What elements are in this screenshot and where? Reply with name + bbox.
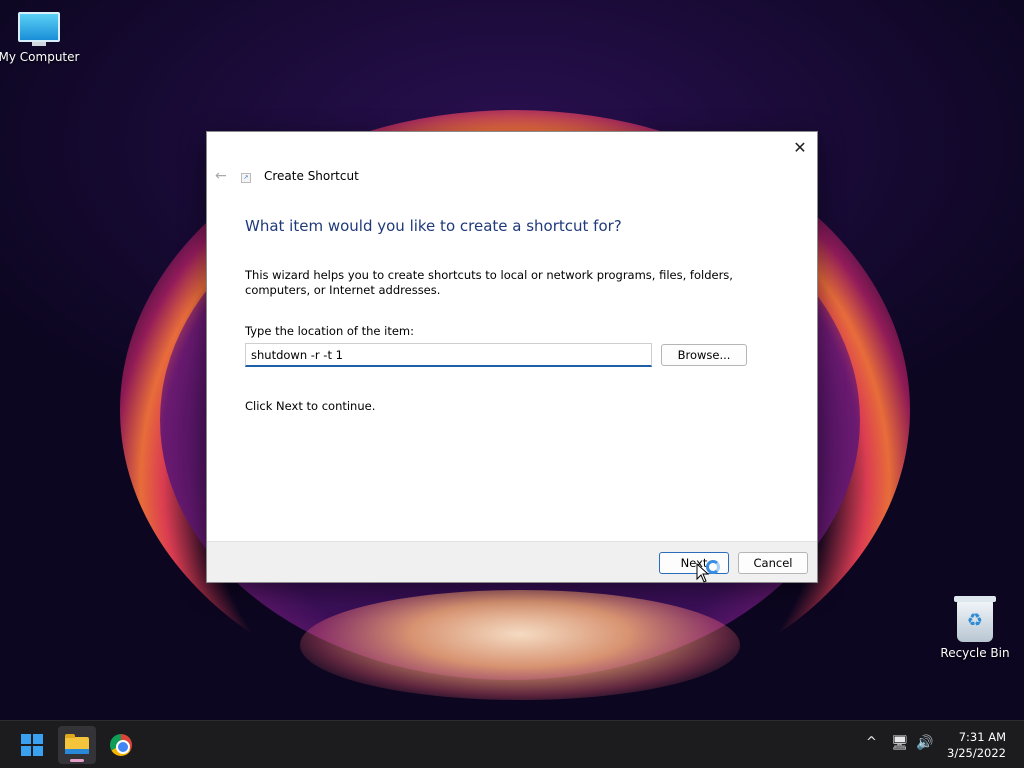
mouse-cursor-icon <box>696 563 710 583</box>
create-shortcut-dialog: ✕ ← ↗ Create Shortcut What item would yo… <box>206 131 818 583</box>
desktop-icon-my-computer[interactable]: My Computer <box>0 12 84 64</box>
volume-icon[interactable]: 🔊 <box>916 735 933 751</box>
wizard-heading: What item would you like to create a sho… <box>245 217 622 235</box>
back-arrow-icon[interactable]: ← <box>215 168 227 184</box>
taskbar: ^ 🖥 🔊 7:31 AM 3/25/2022 <box>0 720 1024 768</box>
monitor-icon <box>18 12 60 46</box>
network-icon[interactable]: 🖥 <box>891 735 909 751</box>
desktop-icon-recycle-bin[interactable]: ♻ Recycle Bin <box>930 596 1020 660</box>
wizard-description: This wizard helps you to create shortcut… <box>245 268 733 297</box>
recycle-bin-icon: ♻ <box>954 596 996 642</box>
windows-logo-icon <box>21 734 31 744</box>
cancel-button[interactable]: Cancel <box>738 552 808 574</box>
file-explorer-button[interactable] <box>58 726 96 764</box>
active-indicator <box>70 759 84 762</box>
show-hidden-icons-chevron-icon[interactable]: ^ <box>866 735 877 750</box>
clock-date: 3/25/2022 <box>947 746 1006 760</box>
continue-hint: Click Next to continue. <box>245 399 376 413</box>
clock[interactable]: 7:31 AM 3/25/2022 <box>947 729 1006 761</box>
close-button[interactable]: ✕ <box>789 138 811 158</box>
dialog-footer: Next Cancel <box>207 541 817 582</box>
start-button[interactable] <box>14 726 52 764</box>
folder-icon <box>65 734 89 754</box>
shortcut-icon: ↗ <box>241 173 251 183</box>
chrome-button[interactable] <box>102 726 140 764</box>
desktop-icon-label: Recycle Bin <box>940 646 1010 660</box>
browse-button[interactable]: Browse... <box>661 344 747 366</box>
clock-time: 7:31 AM <box>958 730 1006 744</box>
location-label: Type the location of the item: <box>245 324 415 338</box>
desktop-icon-label: My Computer <box>0 50 80 64</box>
wallpaper-glow <box>300 590 740 700</box>
location-input[interactable] <box>245 343 652 367</box>
wizard-title: Create Shortcut <box>264 169 359 183</box>
